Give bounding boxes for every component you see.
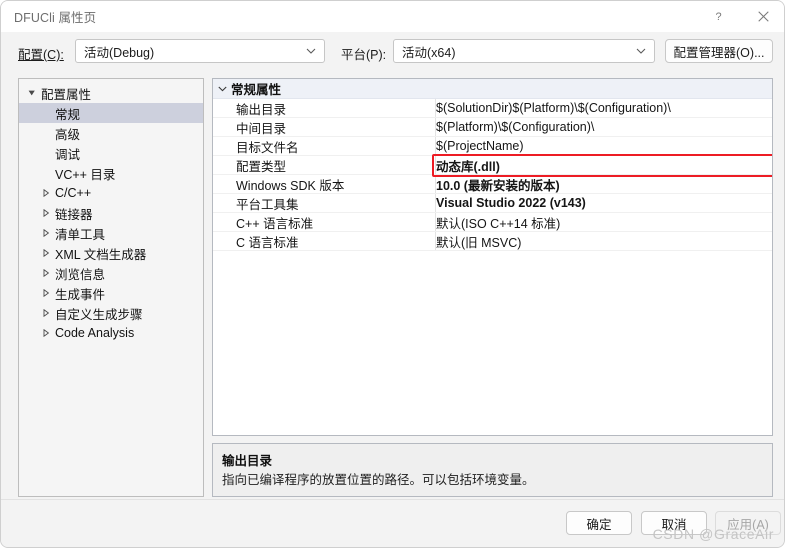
- platform-select[interactable]: 活动(x64): [393, 39, 655, 63]
- sidebar-item-label: Code Analysis: [55, 326, 135, 340]
- grid-category-header[interactable]: 常规属性: [213, 79, 772, 99]
- description-title: 输出目录: [222, 454, 273, 468]
- description-panel: 输出目录 指向已编译程序的放置位置的路径。可以包括环境变量。: [212, 443, 773, 497]
- sidebar-item-label: 配置属性: [41, 87, 92, 102]
- sidebar-item-10[interactable]: 生成事件: [19, 283, 203, 303]
- chevron-right-icon[interactable]: [39, 329, 53, 337]
- grid-rows: 输出目录 $(SolutionDir)$(Platform)\$(Configur…: [213, 99, 772, 251]
- sidebar-item-label: VC++ 目录: [55, 167, 116, 182]
- chevron-down-icon: [636, 40, 646, 62]
- sidebar-item-label: XML 文档生成器: [55, 247, 147, 262]
- property-row[interactable]: 中间目录 $(Platform)\$(Configuration)\: [213, 118, 772, 137]
- sidebar-item-4[interactable]: VC++ 目录: [19, 163, 203, 183]
- property-name: 目标文件名: [236, 140, 299, 155]
- property-name: C 语言标准: [236, 235, 299, 250]
- sidebar-item-label: 链接器: [55, 207, 93, 222]
- sidebar-item-1[interactable]: 常规: [19, 103, 203, 123]
- window-controls: ?: [696, 1, 784, 32]
- property-value[interactable]: 默认(ISO C++14 标准): [435, 213, 772, 232]
- cancel-button[interactable]: 取消: [641, 511, 707, 535]
- property-value[interactable]: Visual Studio 2022 (v143): [435, 196, 772, 210]
- property-value[interactable]: 动态库(.dll): [435, 156, 772, 175]
- sidebar-item-7[interactable]: 清单工具: [19, 223, 203, 243]
- sidebar-item-3[interactable]: 调试: [19, 143, 203, 163]
- chevron-right-icon[interactable]: [39, 269, 53, 277]
- property-row[interactable]: 平台工具集 Visual Studio 2022 (v143): [213, 194, 772, 213]
- chevron-down-icon[interactable]: [25, 89, 39, 97]
- property-value[interactable]: $(Platform)\$(Configuration)\: [435, 120, 772, 134]
- property-tree: 配置属性常规高级调试 VC++ 目录 C/C++ 链接器清单工具 XML 文档生成器 浏览…: [19, 79, 203, 343]
- sidebar-item-0[interactable]: 配置属性: [19, 83, 203, 103]
- property-grid: 常规属性 输出目录 $(SolutionDir)$(Platform)\$(Con…: [212, 78, 773, 436]
- chevron-right-icon[interactable]: [39, 209, 53, 217]
- configuration-bar: 配置(C): 活动(Debug) 平台(P): 活动(x64) 配置管理器(O)…: [1, 32, 784, 71]
- help-question-icon[interactable]: ?: [696, 1, 741, 32]
- sidebar-item-11[interactable]: 自定义生成步骤: [19, 303, 203, 323]
- sidebar-item-label: 高级: [55, 127, 81, 142]
- sidebar-item-label: 常规: [55, 107, 81, 122]
- property-name: 平台工具集: [236, 197, 299, 212]
- property-name: 输出目录: [236, 102, 287, 117]
- grid-category-label: 常规属性: [231, 83, 282, 97]
- close-icon[interactable]: [741, 1, 784, 32]
- property-value[interactable]: $(SolutionDir)$(Platform)\$(Configuratio…: [435, 101, 772, 115]
- sidebar-item-6[interactable]: 链接器: [19, 203, 203, 223]
- sidebar-item-label: 自定义生成步骤: [55, 307, 143, 322]
- property-row[interactable]: C 语言标准 默认(旧 MSVC): [213, 232, 772, 251]
- configuration-manager-button[interactable]: 配置管理器(O)...: [665, 39, 773, 63]
- property-value[interactable]: $(ProjectName): [435, 139, 772, 153]
- chevron-right-icon[interactable]: [39, 189, 53, 197]
- property-name: C++ 语言标准: [236, 216, 314, 231]
- property-row[interactable]: Windows SDK 版本 10.0 (最新安装的版本): [213, 175, 772, 194]
- chevron-right-icon[interactable]: [39, 309, 53, 317]
- property-row[interactable]: 配置类型 动态库(.dll): [213, 156, 772, 175]
- sidebar-item-8[interactable]: XML 文档生成器: [19, 243, 203, 263]
- description-text: 指向已编译程序的放置位置的路径。可以包括环境变量。: [222, 473, 535, 487]
- chevron-down-icon: [213, 86, 231, 92]
- dialog-footer: 确定 取消 应用(A) CSDN @GraceAir: [1, 499, 784, 547]
- ok-button[interactable]: 确定: [566, 511, 632, 535]
- title-bar: DFUCli 属性页 ?: [1, 1, 784, 32]
- property-row[interactable]: C++ 语言标准 默认(ISO C++14 标准): [213, 213, 772, 232]
- platform-label: 平台(P):: [341, 48, 387, 62]
- sidebar-item-label: 浏览信息: [55, 267, 106, 282]
- property-row[interactable]: 输出目录 $(SolutionDir)$(Platform)\$(Configur…: [213, 99, 772, 118]
- sidebar-item-5[interactable]: C/C++: [19, 183, 203, 203]
- property-name: 配置类型: [236, 159, 287, 174]
- property-tree-panel: 配置属性常规高级调试 VC++ 目录 C/C++ 链接器清单工具 XML 文档生成器 浏览…: [18, 78, 204, 497]
- sidebar-item-label: 生成事件: [55, 287, 106, 302]
- sidebar-item-9[interactable]: 浏览信息: [19, 263, 203, 283]
- property-value[interactable]: 10.0 (最新安装的版本): [435, 175, 772, 194]
- configuration-select[interactable]: 活动(Debug): [75, 39, 325, 63]
- platform-select-value: 活动(x64): [402, 45, 456, 60]
- sidebar-item-label: 清单工具: [55, 227, 106, 242]
- configuration-label: 配置(C):: [18, 48, 64, 62]
- svg-text:?: ?: [715, 11, 721, 23]
- sidebar-item-label: 调试: [55, 147, 81, 162]
- property-name: 中间目录: [236, 121, 287, 136]
- configuration-select-value: 活动(Debug): [84, 45, 155, 60]
- apply-button: 应用(A): [715, 511, 781, 535]
- chevron-right-icon[interactable]: [39, 229, 53, 237]
- chevron-down-icon: [306, 40, 316, 62]
- sidebar-item-2[interactable]: 高级: [19, 123, 203, 143]
- property-pages-dialog: DFUCli 属性页 ? 配置(C): 活动(Debug) 平台(P): 活动(…: [0, 0, 785, 548]
- property-name: Windows SDK 版本: [236, 178, 345, 193]
- sidebar-item-label: C/C++: [55, 186, 92, 200]
- sidebar-item-12[interactable]: Code Analysis: [19, 323, 203, 343]
- property-row[interactable]: 目标文件名 $(ProjectName): [213, 137, 772, 156]
- chevron-right-icon[interactable]: [39, 249, 53, 257]
- window-title: DFUCli 属性页: [14, 11, 97, 25]
- chevron-right-icon[interactable]: [39, 289, 53, 297]
- property-value[interactable]: 默认(旧 MSVC): [435, 232, 772, 251]
